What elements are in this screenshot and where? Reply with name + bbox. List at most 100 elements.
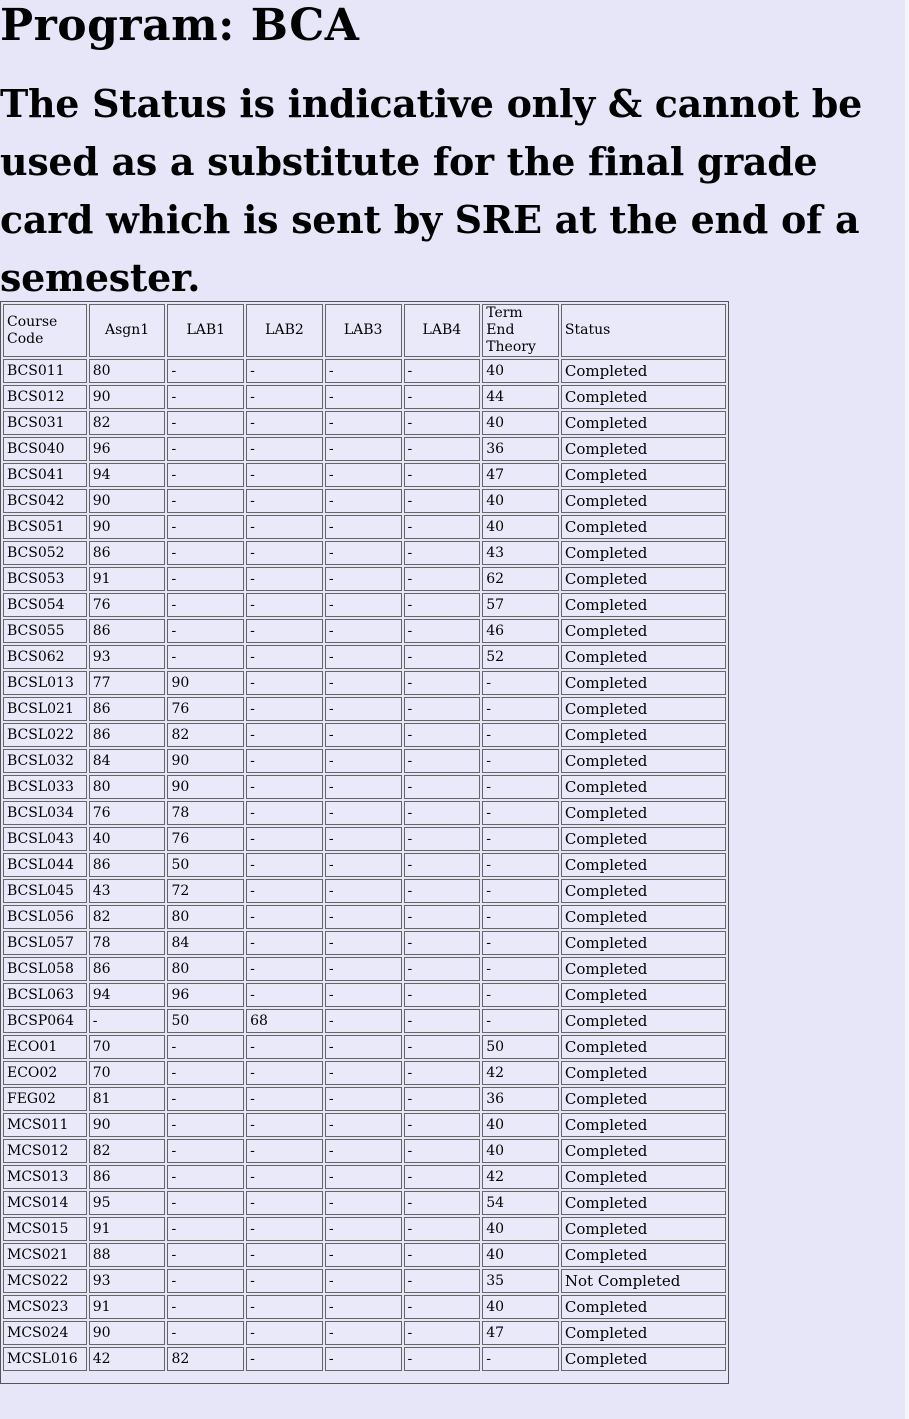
lab1-cell: - bbox=[167, 385, 245, 409]
lab4-cell: - bbox=[403, 1191, 481, 1215]
column-header: LAB3 bbox=[324, 304, 402, 357]
term-end-theory-cell: 35 bbox=[482, 1269, 559, 1293]
column-header: LAB4 bbox=[403, 304, 481, 357]
lab3-cell: - bbox=[324, 385, 402, 409]
lab1-cell: - bbox=[167, 463, 245, 487]
lab3-cell: - bbox=[324, 463, 402, 487]
lab4-cell: - bbox=[403, 463, 481, 487]
lab1-cell: 80 bbox=[167, 905, 245, 929]
term-end-theory-cell: - bbox=[482, 723, 559, 747]
term-end-theory-cell: 42 bbox=[482, 1061, 559, 1085]
term-end-theory-cell: 40 bbox=[482, 489, 559, 513]
course-code-cell: MCS024 bbox=[3, 1321, 87, 1345]
table-row: BCSL057 78 84- - - - Completed bbox=[3, 931, 726, 955]
term-end-theory-cell: - bbox=[482, 749, 559, 773]
asgn1-cell: 81 bbox=[88, 1087, 166, 1111]
status-cell: Completed bbox=[560, 359, 726, 383]
column-header: Course Code bbox=[3, 304, 87, 357]
asgn1-cell: 91 bbox=[88, 567, 166, 591]
term-end-theory-cell: 36 bbox=[482, 1087, 559, 1111]
lab4-cell: - bbox=[403, 645, 481, 669]
lab1-cell: 80 bbox=[167, 957, 245, 981]
lab4-cell: - bbox=[403, 1035, 481, 1059]
lab2-cell: - bbox=[246, 1295, 323, 1319]
lab4-cell: - bbox=[403, 905, 481, 929]
table-row: MCSL016 42 82- - - - Completed bbox=[3, 1347, 726, 1371]
lab2-cell: - bbox=[246, 489, 323, 513]
table-row: BCS062 93- - - -52 Completed bbox=[3, 645, 726, 669]
status-cell: Completed bbox=[560, 1191, 726, 1215]
lab3-cell: - bbox=[324, 905, 402, 929]
lab2-cell: - bbox=[246, 515, 323, 539]
asgn1-cell: 77 bbox=[88, 671, 166, 695]
lab3-cell: - bbox=[324, 801, 402, 825]
asgn1-cell: 96 bbox=[88, 437, 166, 461]
course-code-cell: MCS013 bbox=[3, 1165, 87, 1189]
term-end-theory-cell: - bbox=[482, 801, 559, 825]
course-code-cell: BCSL013 bbox=[3, 671, 87, 695]
course-code-cell: BCS052 bbox=[3, 541, 87, 565]
lab1-cell: - bbox=[167, 1165, 245, 1189]
lab2-cell: - bbox=[246, 775, 323, 799]
lab2-cell: - bbox=[246, 957, 323, 981]
lab2-cell: - bbox=[246, 853, 323, 877]
status-cell: Completed bbox=[560, 437, 726, 461]
lab2-cell: - bbox=[246, 1035, 323, 1059]
term-end-theory-cell: - bbox=[482, 671, 559, 695]
lab4-cell: - bbox=[403, 853, 481, 877]
course-code-cell: MCS011 bbox=[3, 1113, 87, 1137]
lab1-cell: - bbox=[167, 1139, 245, 1163]
lab4-cell: - bbox=[403, 1347, 481, 1371]
status-cell: Completed bbox=[560, 463, 726, 487]
course-code-cell: BCS011 bbox=[3, 359, 87, 383]
asgn1-cell: 86 bbox=[88, 619, 166, 643]
lab3-cell: - bbox=[324, 489, 402, 513]
lab1-cell: 76 bbox=[167, 827, 245, 851]
status-cell: Completed bbox=[560, 489, 726, 513]
asgn1-cell: 91 bbox=[88, 1217, 166, 1241]
table-row: BCS041 94- - - -47 Completed bbox=[3, 463, 726, 487]
lab3-cell: - bbox=[324, 983, 402, 1007]
course-code-cell: BCSL044 bbox=[3, 853, 87, 877]
course-code-cell: BCS012 bbox=[3, 385, 87, 409]
grade-status-table-container: Course Code Asgn1 LAB1 LAB2 LAB3 LAB4 Te… bbox=[0, 301, 729, 1384]
lab2-cell: - bbox=[246, 619, 323, 643]
lab1-cell: 84 bbox=[167, 931, 245, 955]
lab4-cell: - bbox=[403, 411, 481, 435]
table-row: BCSL013 77 90- - - - Completed bbox=[3, 671, 726, 695]
lab1-cell: 50 bbox=[167, 1009, 245, 1033]
asgn1-cell: 88 bbox=[88, 1243, 166, 1267]
status-cell: Completed bbox=[560, 931, 726, 955]
lab3-cell: - bbox=[324, 1217, 402, 1241]
term-end-theory-cell: 47 bbox=[482, 1321, 559, 1345]
table-row: BCSL022 86 82- - - - Completed bbox=[3, 723, 726, 747]
lab3-cell: - bbox=[324, 697, 402, 721]
table-row: MCS014 95- - - -54 Completed bbox=[3, 1191, 726, 1215]
lab4-cell: - bbox=[403, 1243, 481, 1267]
lab1-cell: - bbox=[167, 1243, 245, 1267]
asgn1-cell: 82 bbox=[88, 1139, 166, 1163]
lab2-cell: - bbox=[246, 541, 323, 565]
table-row: MCS013 86- - - -42 Completed bbox=[3, 1165, 726, 1189]
lab3-cell: - bbox=[324, 1087, 402, 1111]
lab4-cell: - bbox=[403, 567, 481, 591]
table-row: BCSL021 86 76- - - - Completed bbox=[3, 697, 726, 721]
lab4-cell: - bbox=[403, 1321, 481, 1345]
table-row: ECO01 70- - - -50 Completed bbox=[3, 1035, 726, 1059]
table-row: MCS015 91- - - -40 Completed bbox=[3, 1217, 726, 1241]
lab2-cell: - bbox=[246, 749, 323, 773]
status-cell: Completed bbox=[560, 1113, 726, 1137]
lab4-cell: - bbox=[403, 437, 481, 461]
lab1-cell: - bbox=[167, 1295, 245, 1319]
status-cell: Completed bbox=[560, 411, 726, 435]
course-code-cell: MCS014 bbox=[3, 1191, 87, 1215]
lab3-cell: - bbox=[324, 827, 402, 851]
lab1-cell: - bbox=[167, 1217, 245, 1241]
lab4-cell: - bbox=[403, 1061, 481, 1085]
asgn1-cell: 86 bbox=[88, 1165, 166, 1189]
term-end-theory-cell: 52 bbox=[482, 645, 559, 669]
lab1-cell: - bbox=[167, 645, 245, 669]
table-row: BCSL033 80 90- - - - Completed bbox=[3, 775, 726, 799]
asgn1-cell: 80 bbox=[88, 775, 166, 799]
lab4-cell: - bbox=[403, 1139, 481, 1163]
